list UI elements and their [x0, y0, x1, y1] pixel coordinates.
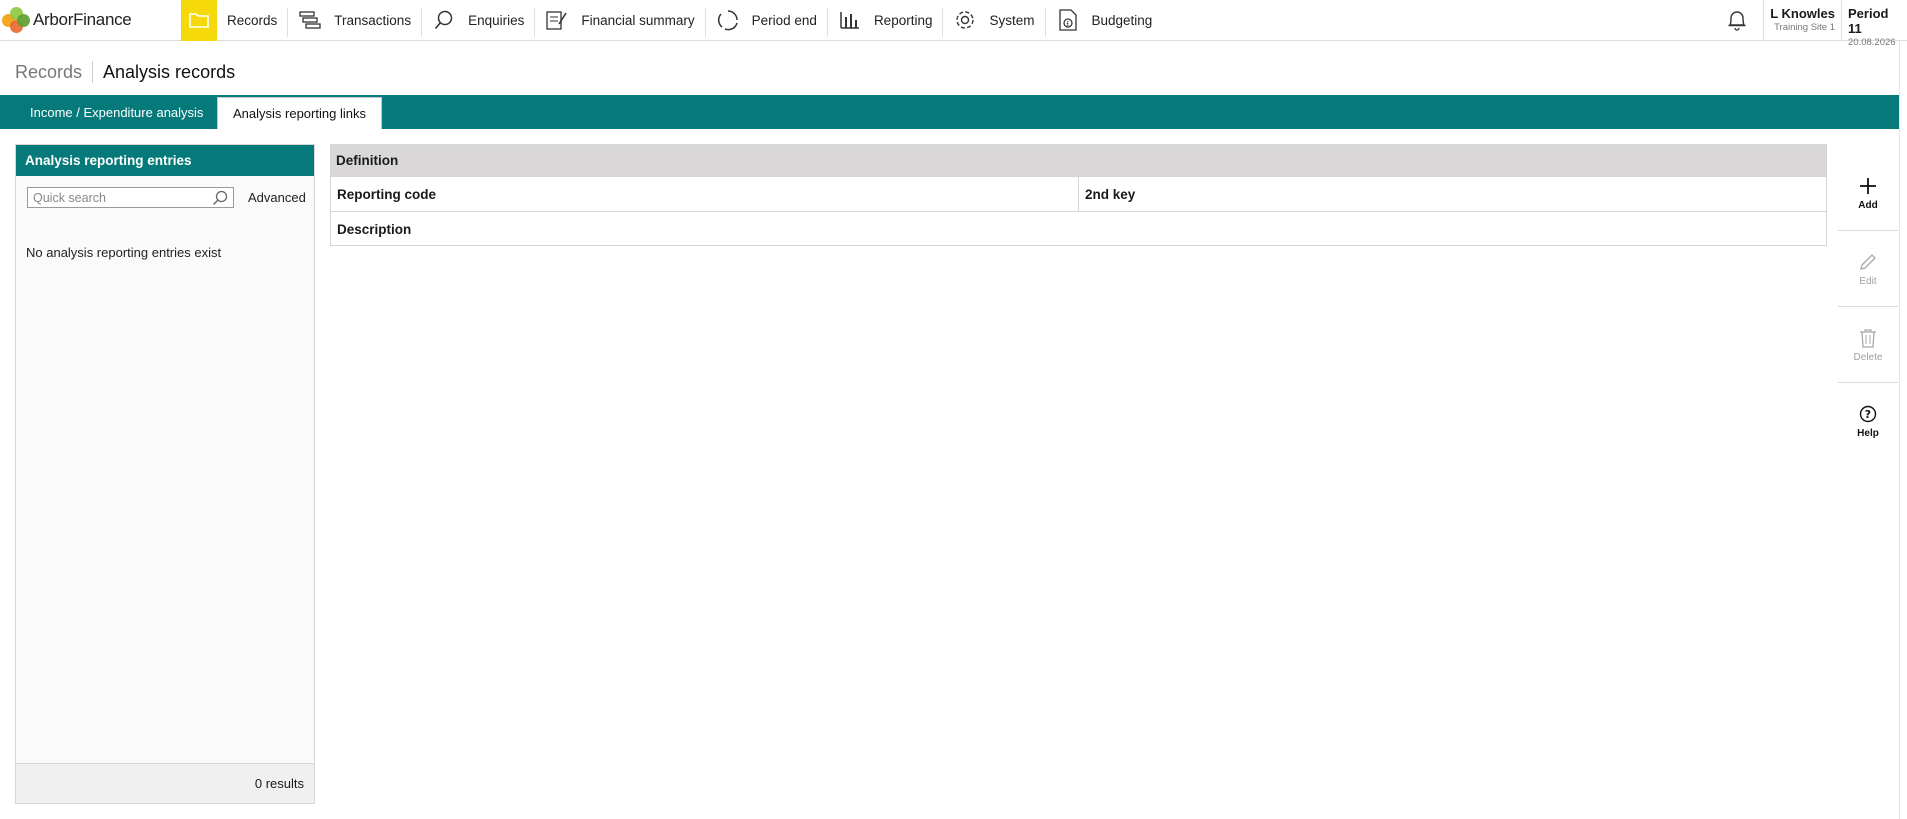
breadcrumb-parent[interactable]: Records — [15, 62, 82, 83]
pencil-icon — [1857, 251, 1879, 273]
nav-enquiries[interactable]: Enquiries — [422, 0, 534, 40]
brand-name: ArborFinance — [33, 10, 132, 29]
definition-row-description: Description — [331, 211, 1826, 246]
arbor-logo-icon — [2, 5, 30, 35]
svg-text:?: ? — [1865, 408, 1871, 421]
delete-label: Delete — [1853, 351, 1883, 363]
advanced-search-link[interactable]: Advanced — [248, 190, 306, 205]
help-icon: ? — [1857, 403, 1879, 425]
tab-bar: Income / Expenditure analysis Analysis r… — [0, 95, 1899, 129]
tab-analysis-reporting-links[interactable]: Analysis reporting links — [217, 97, 382, 129]
help-button[interactable]: ? Help — [1838, 383, 1898, 459]
folder-icon — [181, 0, 217, 41]
nav-label: Transactions — [334, 12, 412, 28]
second-key-label: 2nd key — [1085, 186, 1136, 202]
description-label: Description — [337, 221, 412, 237]
nav-label: Reporting — [873, 12, 933, 28]
gear-icon — [953, 8, 977, 32]
nav-label: Records — [227, 12, 278, 28]
tab-income-expenditure-analysis[interactable]: Income / Expenditure analysis — [15, 95, 218, 129]
definition-panel: Definition Reporting code 2nd key Descri… — [330, 144, 1827, 246]
edit-button[interactable]: Edit — [1838, 231, 1898, 307]
nav-financial-summary[interactable]: Financial summary — [535, 0, 704, 40]
search-icon — [432, 8, 456, 32]
budget-icon: £ — [1056, 8, 1080, 32]
search-icon[interactable] — [212, 190, 228, 206]
quick-search-box[interactable] — [27, 187, 234, 208]
bar-chart-icon — [838, 8, 862, 32]
entries-panel-title: Analysis reporting entries — [16, 145, 314, 176]
period-date: 20.08.2026 — [1848, 37, 1896, 48]
cycle-icon — [716, 8, 740, 32]
breadcrumb: Records Analysis records — [15, 61, 235, 83]
nav-label: System — [989, 12, 1035, 28]
nav-budgeting[interactable]: £ Budgeting — [1046, 0, 1163, 40]
plus-icon — [1857, 175, 1879, 197]
period-label: Period 11 — [1848, 6, 1889, 36]
add-label: Add — [1858, 199, 1878, 211]
definition-title: Definition — [331, 145, 1826, 176]
nav-transactions[interactable]: Transactions — [288, 0, 421, 40]
definition-row-keys: Reporting code 2nd key — [331, 176, 1826, 211]
top-right: L Knowles Training Site 1 Period 11 20.0… — [1711, 0, 1907, 48]
search-row: Advanced — [16, 176, 314, 208]
add-button[interactable]: Add — [1838, 155, 1898, 231]
bell-icon — [1728, 11, 1746, 31]
nav-label: Budgeting — [1091, 12, 1153, 28]
nav-records[interactable]: Records — [181, 0, 287, 41]
top-bar: ArborFinance Records Transactions Enquir… — [0, 0, 1907, 48]
brand[interactable]: ArborFinance — [0, 0, 181, 40]
nav-label: Enquiries — [468, 12, 525, 28]
nav-system[interactable]: System — [943, 0, 1044, 40]
period-selector[interactable]: Period 11 20.08.2026 — [1841, 0, 1907, 48]
user-name: L Knowles — [1770, 6, 1835, 21]
help-label: Help — [1857, 428, 1879, 439]
quick-search-input[interactable] — [33, 190, 203, 205]
trash-icon — [1857, 327, 1879, 349]
notifications-button[interactable] — [1711, 0, 1763, 40]
edit-label: Edit — [1859, 275, 1877, 287]
nav-reporting[interactable]: Reporting — [828, 0, 943, 40]
main-nav: Records Transactions Enquiries Financial… — [181, 0, 1163, 41]
results-count: 0 results — [254, 776, 304, 791]
delete-button[interactable]: Delete — [1838, 307, 1898, 383]
user-site: Training Site 1 — [1774, 22, 1835, 33]
action-bar: Add Edit Delete ? Help — [1838, 155, 1898, 459]
svg-text:£: £ — [1066, 21, 1070, 28]
results-footer: 0 results — [16, 763, 314, 803]
transactions-icon — [298, 8, 322, 32]
nav-period-end[interactable]: Period end — [706, 0, 827, 40]
nav-label: Financial summary — [581, 12, 695, 28]
right-edge-divider — [1899, 41, 1900, 819]
breadcrumb-divider — [92, 61, 94, 83]
nav-label: Period end — [751, 12, 817, 28]
reporting-code-label: Reporting code — [331, 177, 1079, 211]
page-title: Analysis records — [103, 61, 236, 82]
summary-icon — [545, 8, 569, 32]
entries-panel: Analysis reporting entries Advanced No a… — [15, 144, 315, 804]
empty-message: No analysis reporting entries exist — [26, 245, 222, 260]
user-menu[interactable]: L Knowles Training Site 1 — [1763, 0, 1841, 40]
